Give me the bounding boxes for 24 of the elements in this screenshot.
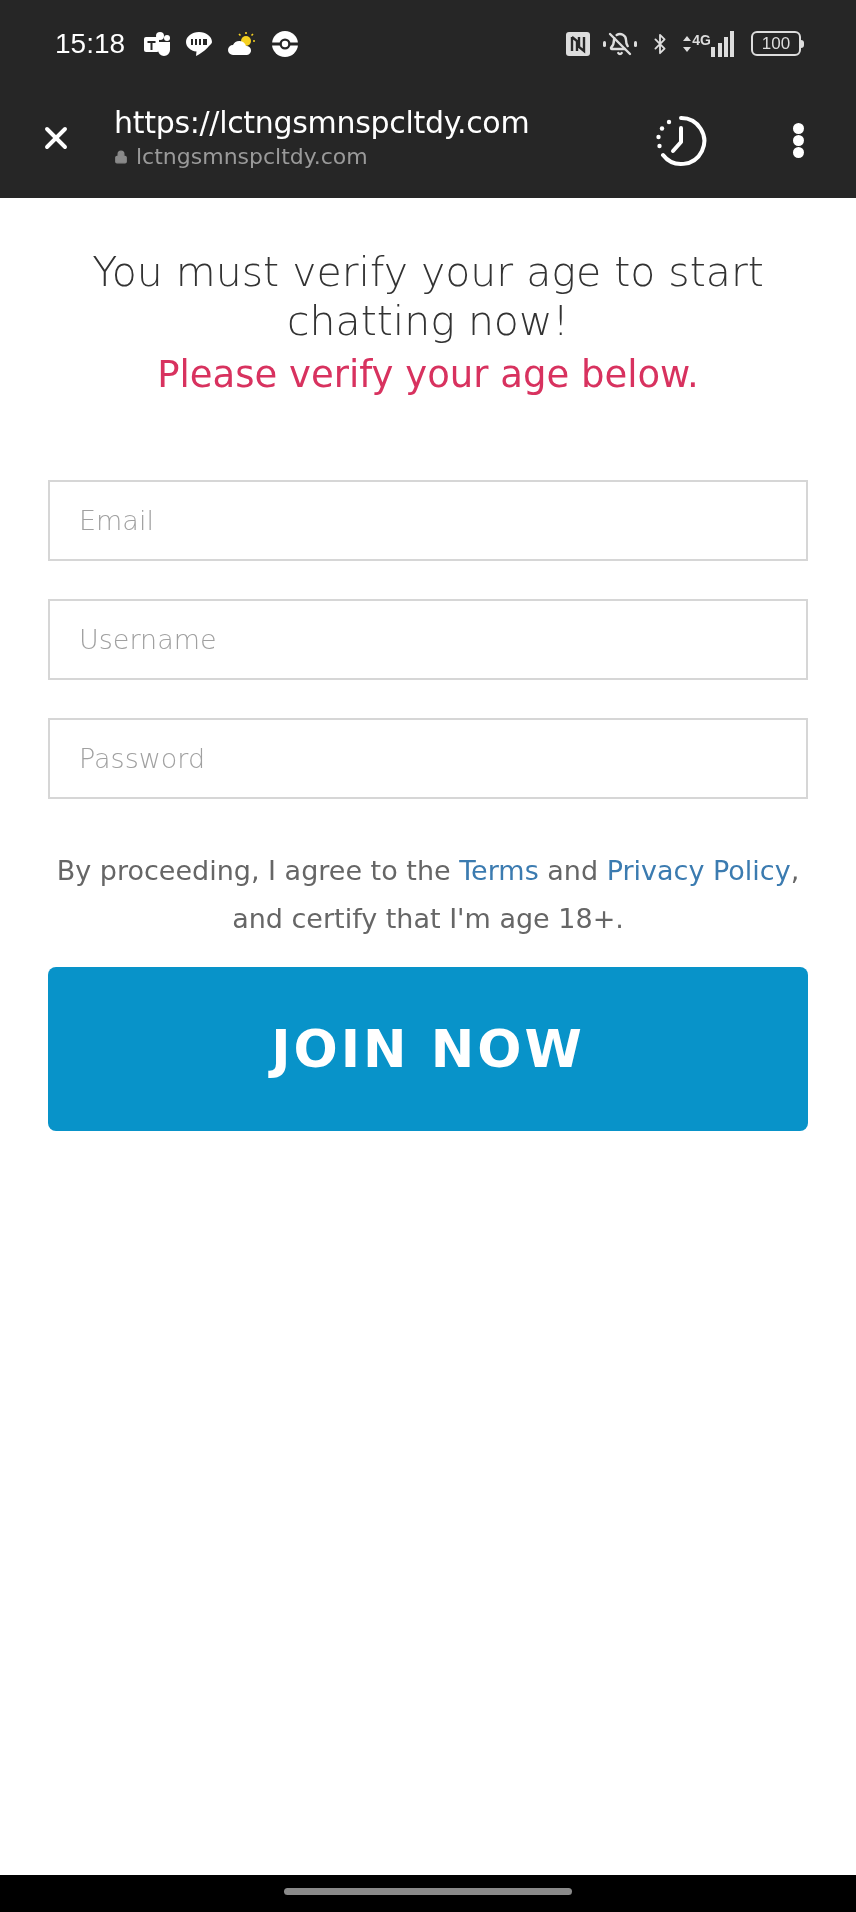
battery-percent: 100 [761,35,791,52]
people-tile-icon [143,30,172,57]
input-field[interactable]: Email [48,480,808,561]
heading: You must verify your age to start chatting now! [91,248,765,346]
chat-bubble-icon [185,30,214,57]
status-time: 15:18 [55,26,126,61]
input-field[interactable]: Password [48,718,808,799]
lock-icon [114,150,128,164]
input-field[interactable]: Username [48,599,808,680]
network-type: 4G [692,32,711,47]
consent-link[interactable]: Privacy Policy [606,855,791,886]
muted-bell-icon [603,31,638,56]
consent-link[interactable]: Terms [459,855,539,886]
nfc-icon [565,30,592,57]
ball-icon [271,29,300,58]
data-arrows-icon [683,35,692,52]
page-url-title: https://lctngsmnspcltdy.com [114,104,531,142]
join-button[interactable]: JOIN NOW [48,967,808,1131]
subheading: Please verify your age below. [156,352,700,398]
signal-bars-icon [711,30,735,57]
cloud-sun-icon [227,31,258,56]
page-domain: lctngsmnspcltdy.com [136,143,368,171]
consent-text: By proceeding, I agree to the Terms and Privacy Policy, and certify that I'm age 18+. [55,854,801,936]
more-menu-icon [792,123,804,158]
